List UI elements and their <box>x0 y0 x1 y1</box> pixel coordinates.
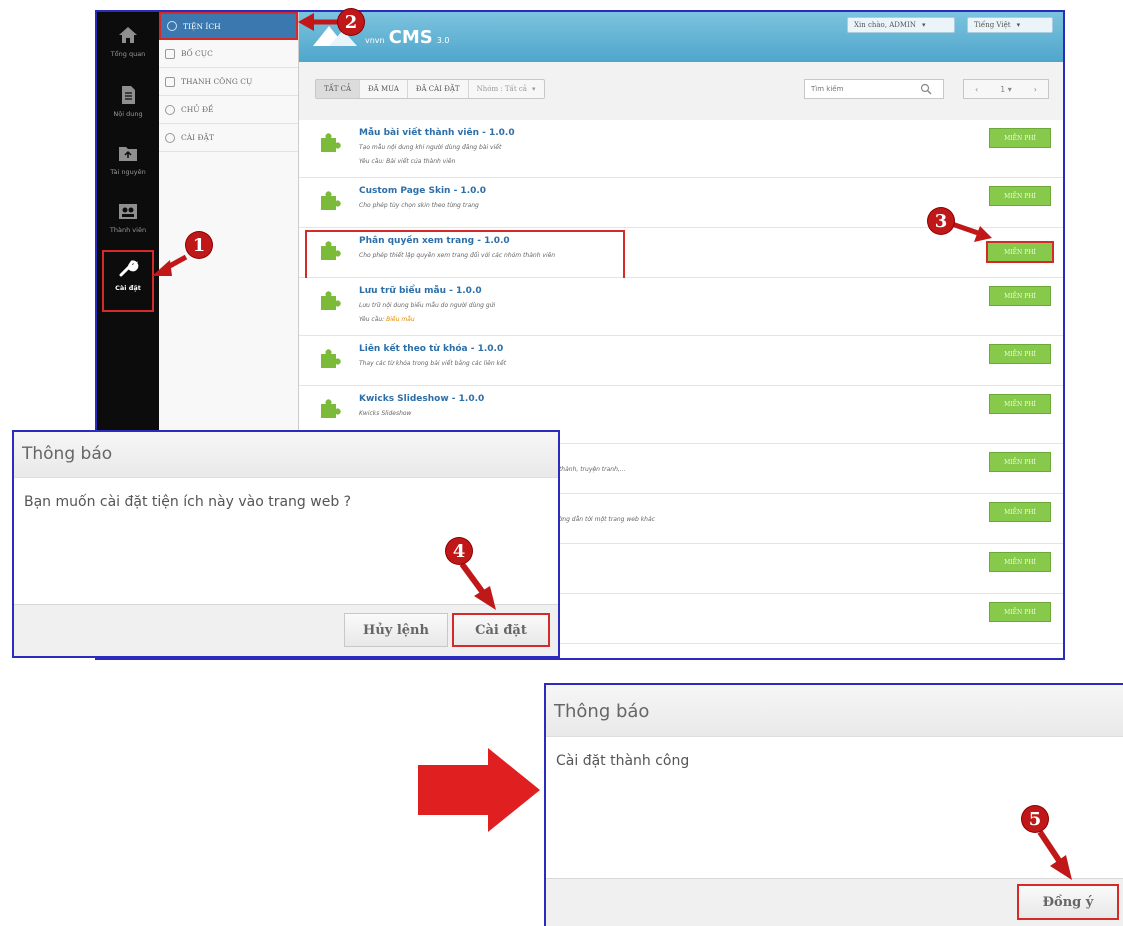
annotation-arrow-5 <box>1037 830 1063 864</box>
step-marker-3: 3 <box>928 208 954 234</box>
annotation-arrowhead-2 <box>298 13 314 31</box>
big-flow-arrow <box>418 748 540 832</box>
step-marker-1: 1 <box>186 232 212 258</box>
step-marker-5: 5 <box>1022 806 1048 832</box>
annotation-arrowhead-1 <box>152 260 172 276</box>
annotation-arrowhead-5 <box>1050 855 1072 880</box>
annotation-arrow-4 <box>459 562 487 596</box>
annotation-arrow-3 <box>951 221 979 236</box>
step-marker-4: 4 <box>446 538 472 564</box>
step-marker-2: 2 <box>338 9 364 35</box>
annotation-arrows <box>152 13 1072 880</box>
